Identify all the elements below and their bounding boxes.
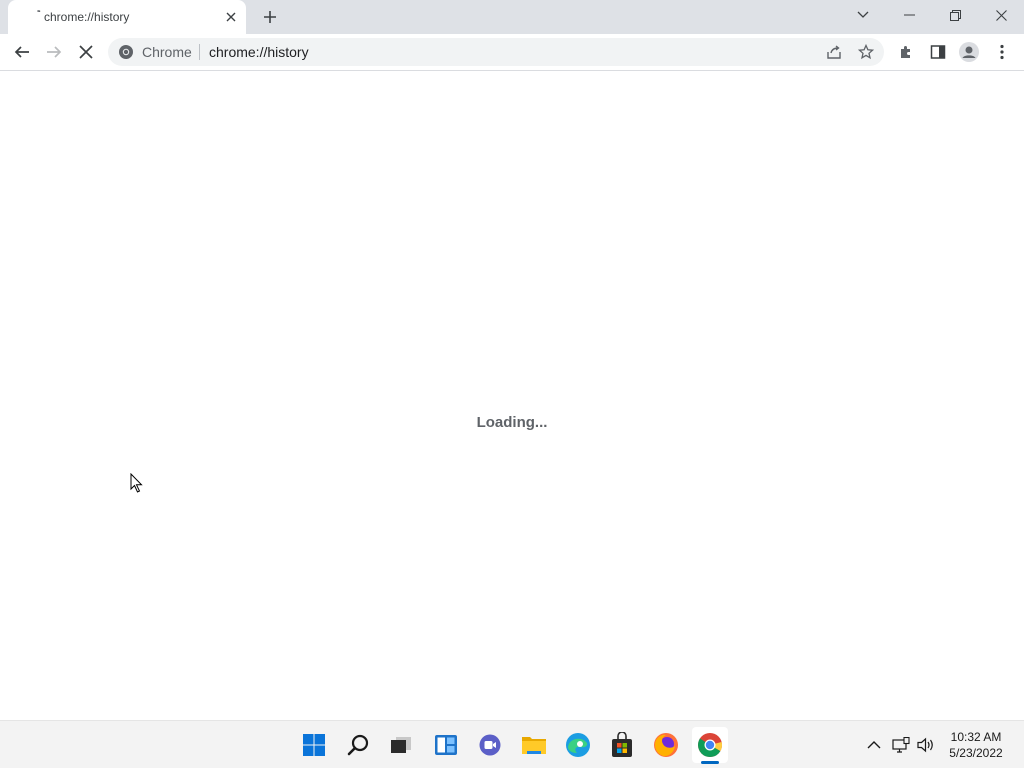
search-icon[interactable] bbox=[340, 727, 376, 763]
minimize-button[interactable] bbox=[886, 0, 932, 30]
active-app-indicator bbox=[701, 761, 719, 764]
share-icon bbox=[827, 45, 841, 59]
close-icon bbox=[995, 9, 1007, 21]
browser-toolbar: Chrome chrome://history bbox=[0, 34, 1024, 71]
url-text[interactable]: chrome://history bbox=[209, 44, 309, 60]
restore-button[interactable] bbox=[932, 0, 978, 30]
chrome-icon bbox=[118, 44, 134, 60]
firefox-icon[interactable] bbox=[648, 727, 684, 763]
tab-close-icon[interactable] bbox=[222, 8, 240, 26]
widgets-icon[interactable] bbox=[428, 727, 464, 763]
edge-icon[interactable] bbox=[560, 727, 596, 763]
tab-title: chrome://history bbox=[44, 10, 130, 24]
share-button[interactable] bbox=[822, 40, 846, 64]
close-window-button[interactable] bbox=[978, 0, 1024, 30]
chevron-down-icon bbox=[857, 11, 869, 18]
chrome-icon[interactable] bbox=[692, 727, 728, 763]
stop-loading-button[interactable] bbox=[70, 36, 102, 68]
file-explorer-icon[interactable] bbox=[516, 727, 552, 763]
mouse-cursor-icon bbox=[130, 472, 144, 494]
clock-time: 10:32 AM bbox=[950, 730, 1002, 744]
network-icon[interactable] bbox=[891, 735, 911, 755]
omnibox[interactable]: Chrome chrome://history bbox=[108, 38, 884, 66]
task-view-icon[interactable] bbox=[383, 727, 419, 763]
bookmark-button[interactable] bbox=[854, 40, 878, 64]
tab-history[interactable]: chrome://history bbox=[8, 0, 246, 34]
profile-button[interactable] bbox=[953, 36, 985, 68]
omnibox-separator bbox=[199, 44, 200, 60]
arrow-left-icon bbox=[14, 46, 29, 58]
page-content: Loading... bbox=[0, 71, 1024, 720]
tab-strip: chrome://history bbox=[0, 0, 1024, 34]
stop-loading-icon bbox=[79, 45, 93, 59]
taskbar: 10:32 AM 5/23/2022 bbox=[0, 720, 1024, 768]
store-icon[interactable] bbox=[604, 727, 640, 763]
minimize-icon bbox=[903, 14, 915, 16]
more-menu-button[interactable] bbox=[986, 36, 1018, 68]
teams-chat-icon[interactable] bbox=[472, 727, 508, 763]
restore-icon bbox=[949, 9, 961, 21]
windows-start-icon[interactable] bbox=[296, 727, 332, 763]
back-button[interactable] bbox=[6, 36, 38, 68]
new-tab-button[interactable] bbox=[258, 5, 282, 29]
more-vertical-icon bbox=[1000, 44, 1004, 60]
screen: chrome://history Chrome chrome://history… bbox=[0, 0, 1024, 768]
clock-date: 5/23/2022 bbox=[949, 746, 1003, 760]
side-panel-button[interactable] bbox=[922, 36, 954, 68]
arrow-right-icon bbox=[47, 46, 62, 58]
profile-icon bbox=[959, 42, 979, 62]
extensions-button[interactable] bbox=[890, 36, 922, 68]
tab-search-button[interactable] bbox=[840, 0, 886, 30]
chevron-up-icon[interactable] bbox=[864, 735, 884, 755]
volume-icon[interactable] bbox=[916, 735, 936, 755]
loading-text: Loading... bbox=[476, 414, 548, 431]
plus-icon bbox=[264, 11, 276, 23]
side-panel-icon bbox=[930, 45, 946, 59]
star-icon bbox=[858, 44, 874, 60]
clock[interactable]: 10:32 AM 5/23/2022 bbox=[936, 729, 1016, 761]
forward-button[interactable] bbox=[38, 36, 70, 68]
site-chip: Chrome bbox=[142, 44, 192, 60]
extensions-icon bbox=[901, 46, 910, 58]
